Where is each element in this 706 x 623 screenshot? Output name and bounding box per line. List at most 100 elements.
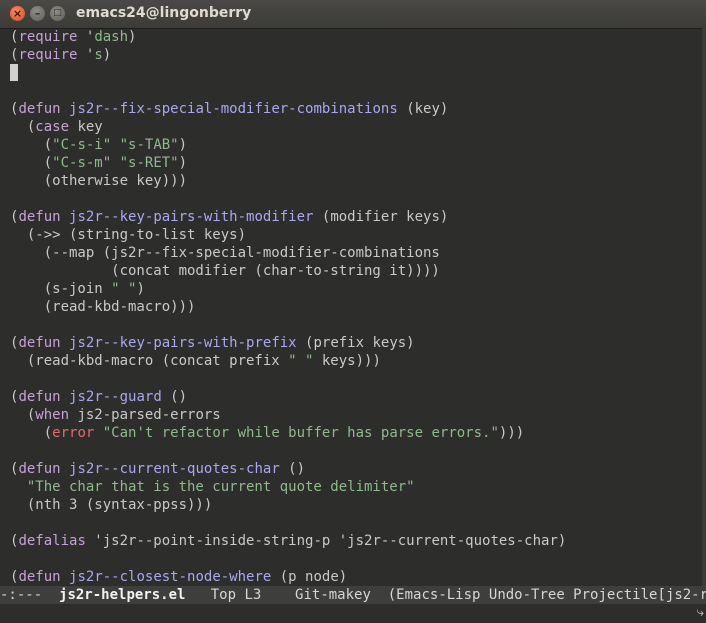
code-line[interactable]: (defun js2r--current-quotes-char () — [10, 460, 566, 478]
code-token: ) — [102, 47, 112, 63]
scrollbar[interactable] — [702, 28, 706, 586]
code-line[interactable] — [10, 64, 566, 82]
code-token: defalias — [18, 533, 86, 549]
code-token: (--map (js2r--fix-special-modifier-combi… — [10, 245, 440, 261]
code-token: (key) — [397, 101, 449, 117]
code-line[interactable] — [10, 82, 566, 100]
code-token: "C-s-m" — [52, 155, 112, 171]
code-token: (concat modifier (char-to-string it)))) — [10, 263, 440, 279]
code-token: ) — [136, 281, 145, 297]
code-line[interactable]: (otherwise key))) — [10, 172, 566, 190]
close-button[interactable]: × — [10, 6, 25, 21]
mode-line: -:--- js2r-helpers.el Top L3 Git-makey (… — [0, 586, 706, 604]
code-token: "C-s-i" — [52, 137, 112, 153]
code-token: " " — [111, 281, 137, 297]
code-token: (prefix keys) — [296, 335, 415, 351]
editor-buffer[interactable]: (require 'dash) (require 's) (defun js2r--… — [0, 28, 706, 586]
code-line[interactable] — [10, 316, 566, 334]
minibuffer[interactable]: ⤷ — [0, 604, 706, 623]
code-token: "Can't refactor while buffer has parse e… — [102, 425, 499, 441]
code-token: js2r--key-pairs-with-prefix — [69, 335, 297, 351]
code-token: (->> (string-to-list keys) — [10, 227, 247, 243]
code-line[interactable]: (error "Can't refactor while buffer has … — [10, 424, 566, 442]
minimize-icon: – — [34, 7, 41, 20]
code-line[interactable]: (read-kbd-macro (concat prefix " " keys)… — [10, 352, 566, 370]
code-token: require — [18, 47, 78, 63]
title-bar: × – □ emacs24@lingonberry — [0, 0, 706, 29]
minimize-button[interactable]: – — [30, 6, 45, 21]
code-token: ( — [10, 155, 53, 171]
maximize-icon: □ — [53, 8, 62, 18]
code-line[interactable]: (when js2-parsed-errors — [10, 406, 566, 424]
code-token: defun — [18, 389, 61, 405]
modeline-status: -:--- — [0, 587, 60, 603]
code-token: ( — [10, 407, 36, 423]
code-line[interactable] — [10, 442, 566, 460]
code-token: (p node) — [271, 569, 348, 585]
code-line[interactable] — [10, 514, 566, 532]
code-line[interactable]: (require 'dash) — [10, 28, 566, 46]
continuation-arrow-icon: ⤷ — [696, 605, 704, 620]
code-line[interactable]: (read-kbd-macro))) — [10, 298, 566, 316]
code-line[interactable]: (require 's) — [10, 46, 566, 64]
code-line[interactable]: (defun js2r--key-pairs-with-modifier (mo… — [10, 208, 566, 226]
code-token: dash — [94, 29, 129, 45]
code-token: error — [52, 425, 95, 441]
code-token: js2r--key-pairs-with-modifier — [69, 209, 314, 225]
modeline-buffer-name[interactable]: js2r-helpers.el — [59, 587, 185, 603]
code-area[interactable]: (require 'dash) (require 's) (defun js2r--… — [10, 28, 566, 586]
code-token: "s-TAB" — [119, 137, 179, 153]
code-token: ' — [77, 29, 95, 45]
code-token: "The char that is the current quote deli… — [26, 479, 415, 495]
code-token: defun — [18, 101, 61, 117]
code-token: " " — [288, 353, 314, 369]
code-line[interactable]: (defalias 'js2r--point-inside-string-p '… — [10, 532, 566, 550]
code-line[interactable] — [10, 550, 566, 568]
maximize-button[interactable]: □ — [50, 6, 65, 21]
modeline-vc[interactable]: Git-makey — [295, 587, 371, 603]
code-line[interactable]: (s-join " ") — [10, 280, 566, 298]
code-token: defun — [18, 569, 61, 585]
modeline-modes[interactable]: (Emacs-Lisp Undo-Tree Projectile[js2-ref… — [371, 587, 706, 603]
code-token: keys))) — [313, 353, 381, 369]
code-token: defun — [18, 209, 61, 225]
code-token: (read-kbd-macro (concat prefix — [10, 353, 289, 369]
code-line[interactable]: (defun js2r--fix-special-modifier-combin… — [10, 100, 566, 118]
code-token: ( — [10, 137, 53, 153]
code-token: require — [18, 29, 78, 45]
code-line[interactable]: ("C-s-m" "s-RET") — [10, 154, 566, 172]
code-line[interactable]: (--map (js2r--fix-special-modifier-combi… — [10, 244, 566, 262]
code-line[interactable] — [10, 370, 566, 388]
code-token: defun — [18, 335, 61, 351]
code-token: js2r--current-quotes-char — [69, 461, 280, 477]
code-token: ))) — [498, 425, 525, 441]
code-line[interactable]: (->> (string-to-list keys) — [10, 226, 566, 244]
code-token: ) — [178, 155, 188, 171]
code-token: s — [94, 47, 103, 63]
code-token: defun — [18, 461, 61, 477]
code-line[interactable]: (defun js2r--key-pairs-with-prefix (pref… — [10, 334, 566, 352]
code-line[interactable]: (nth 3 (syntax-ppss))) — [10, 496, 566, 514]
code-line[interactable]: (concat modifier (char-to-string it)))) — [10, 262, 566, 280]
code-line[interactable]: ("C-s-i" "s-TAB") — [10, 136, 566, 154]
code-token: () — [161, 389, 188, 405]
code-token: "s-RET" — [119, 155, 179, 171]
code-token: ( — [10, 119, 36, 135]
window-title: emacs24@lingonberry — [76, 5, 252, 21]
code-line[interactable] — [10, 190, 566, 208]
code-token: ) — [178, 137, 188, 153]
code-line[interactable]: (case key — [10, 118, 566, 136]
code-token: when — [35, 407, 70, 423]
code-line[interactable]: (defun js2r--closest-node-where (p node) — [10, 568, 566, 586]
code-line[interactable]: "The char that is the current quote deli… — [10, 478, 566, 496]
code-token: js2r--closest-node-where — [69, 569, 272, 585]
code-token: () — [279, 461, 306, 477]
code-line[interactable]: (defun js2r--guard () — [10, 388, 566, 406]
